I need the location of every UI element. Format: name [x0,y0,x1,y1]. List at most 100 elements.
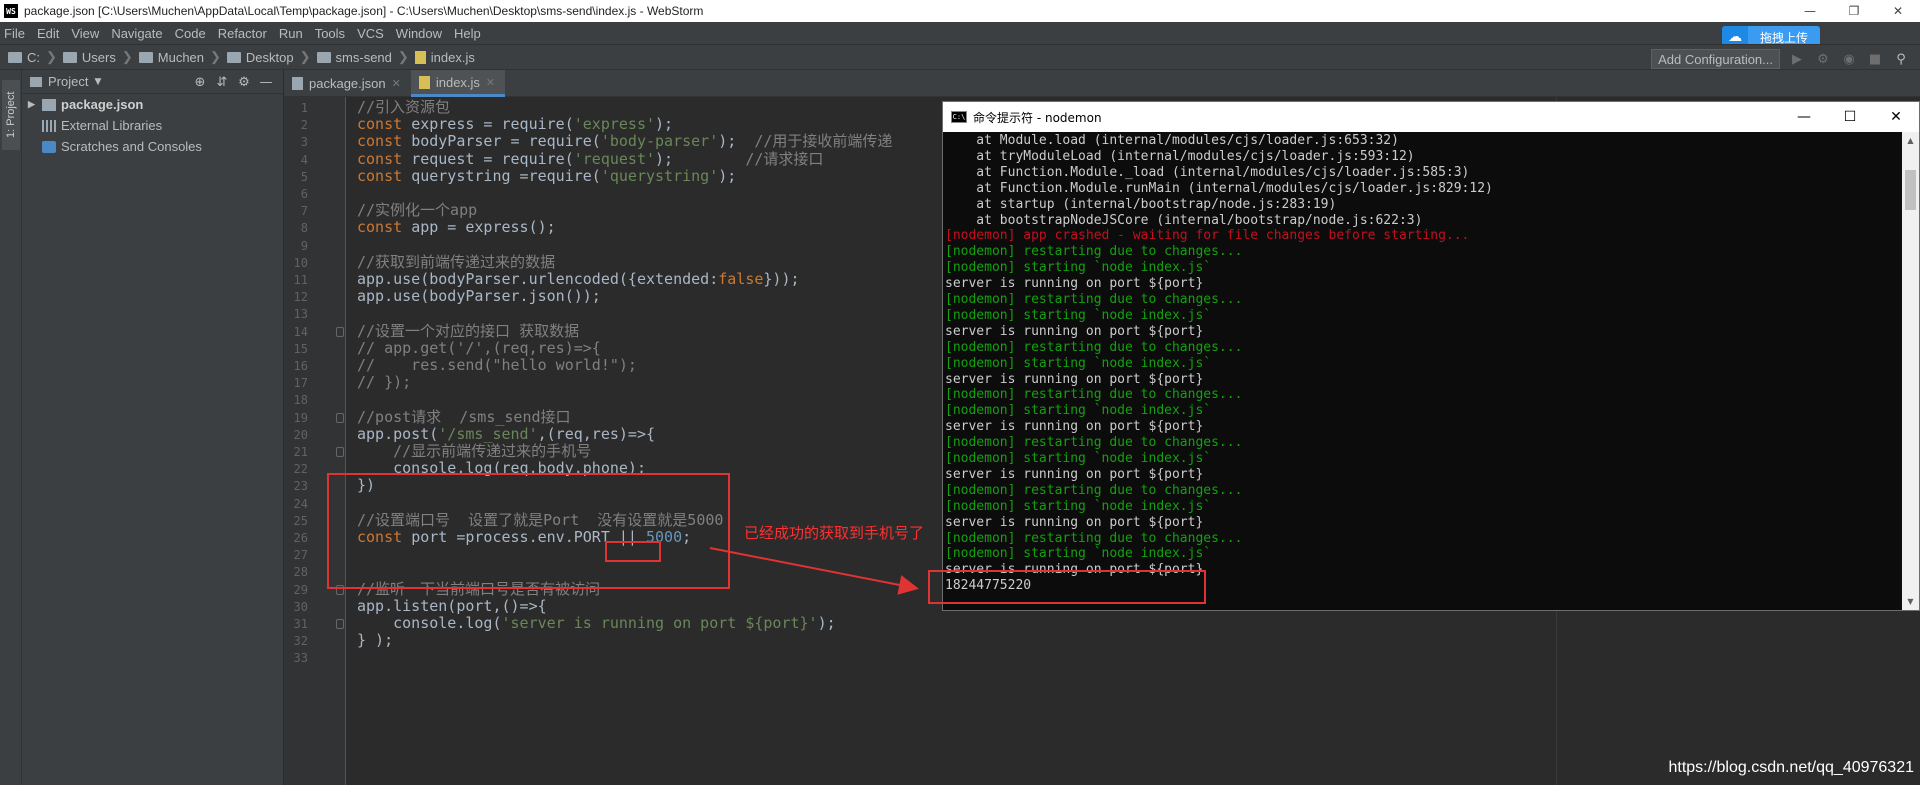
minimize-icon[interactable]: — [1788,0,1832,22]
line-number: 16 [293,359,308,373]
menu-view[interactable]: View [71,26,99,41]
tree-item-package-json[interactable]: ▶ package.json [22,94,283,115]
fold-marker-icon[interactable] [336,447,344,457]
terminal-line: [nodemon] starting `node index.js` [945,451,1212,466]
tab-index-js[interactable]: index.js ✕ [410,70,506,97]
scroll-down-icon[interactable]: ▼ [1902,593,1919,610]
terminal-line: at bootstrapNodeJSCore (internal/bootstr… [945,212,1423,228]
command-prompt-window[interactable]: C:\ 命令提示符 - nodemon — ☐ ✕ at Module.load… [942,101,1920,611]
terminal-line: [nodemon] restarting due to changes... [945,339,1243,355]
collapse-icon[interactable]: ⇵ [211,73,233,91]
terminal-line: [nodemon] restarting due to changes... [945,530,1243,546]
project-tool-tab[interactable]: 1: Project [2,80,20,150]
js-file-icon [418,75,430,89]
maximize-icon[interactable]: ☐ [1827,102,1873,132]
folder-icon [42,98,56,111]
coverage-icon[interactable]: ◉ [1838,49,1860,69]
close-icon[interactable]: ✕ [1876,0,1920,22]
menu-refactor[interactable]: Refactor [218,26,267,41]
line-number: 26 [293,531,308,545]
breadcrumb-users[interactable]: Users ❯ [62,49,133,65]
menu-help[interactable]: Help [454,26,481,41]
run-icon[interactable]: ▶ [1786,49,1808,69]
json-file-icon [292,77,303,90]
locate-icon[interactable]: ⊕ [189,73,211,91]
breadcrumb-drive[interactable]: C: ❯ [8,49,57,65]
folder-icon [62,51,77,63]
code-line[interactable]: // }); [357,372,411,392]
code-line[interactable]: app.use(bodyParser.json()); [357,286,601,306]
post-handler-highlight [327,473,730,589]
folder-icon [8,51,22,63]
line-number: 29 [293,582,308,597]
add-configuration-button[interactable]: Add Configuration... [1651,49,1780,69]
tree-item-scratches[interactable]: Scratches and Consoles [22,136,283,157]
line-number: 18 [293,393,308,408]
line-number: 21 [293,445,308,459]
debug-icon[interactable]: ⚙ [1812,49,1834,69]
phone-highlight [605,541,661,562]
tab-package-json[interactable]: package.json ✕ [284,70,411,97]
tree-item-external-libraries[interactable]: External Libraries [22,115,283,136]
terminal-line: [nodemon] restarting due to changes... [945,244,1243,260]
breadcrumb-index-js[interactable]: index.js [414,50,475,65]
terminal-scrollbar[interactable]: ▲ ▼ [1902,132,1919,610]
terminal-line: [nodemon] app crashed - waiting for file… [945,228,1470,244]
chevron-right-icon[interactable]: ▶ [28,99,42,110]
terminal-title: 命令提示符 - nodemon [973,110,1102,125]
line-gutter: 1 2 3 4 5 6 7 8 9 10 11 12 13 14 15 16 17 18 19 20 21 22 23 24 2… [284,97,346,785]
menu-edit[interactable]: Edit [37,26,59,41]
terminal-line: [nodemon] starting `node index.js` [945,355,1212,371]
stop-icon[interactable]: ■ [1864,49,1886,69]
terminal-line: at Function.Module.runMain (internal/mod… [945,180,1493,196]
menu-file[interactable]: File [4,26,25,41]
line-number: 30 [293,599,308,614]
menu-window[interactable]: Window [396,26,442,41]
menu-vcs[interactable]: VCS [357,26,384,41]
line-number: 23 [293,479,308,494]
search-icon[interactable]: ⚲ [1890,49,1912,69]
terminal-line: server is running on port ${port} [945,371,1204,387]
breadcrumb-sms-send[interactable]: sms-send ❯ [316,49,409,65]
terminal-line: at startup (internal/bootstrap/node.js:2… [945,196,1337,212]
minimize-icon[interactable]: — [1781,102,1827,132]
annotation-arrow [709,547,919,595]
line-number: 27 [293,548,308,563]
terminal-output[interactable]: at Module.load (internal/modules/cjs/loa… [943,132,1903,610]
restore-icon[interactable]: ❐ [1832,0,1876,22]
line-number: 9 [300,238,308,253]
line-number: 19 [293,410,308,425]
js-file-icon [414,50,426,64]
menu-run[interactable]: Run [279,26,303,41]
hide-icon[interactable]: — [255,73,277,91]
fold-marker-icon[interactable] [336,619,344,629]
gear-icon[interactable]: ⚙ [233,73,255,91]
chevron-down-icon[interactable]: ▼ [94,77,101,87]
terminal-line: server is running on port ${port} [945,466,1204,482]
menu-navigate[interactable]: Navigate [111,26,162,41]
breadcrumb-desktop[interactable]: Desktop ❯ [226,49,311,65]
code-line[interactable]: const querystring =require('querystring'… [357,166,736,186]
close-icon[interactable]: ✕ [392,77,401,90]
project-title[interactable]: Project [48,74,88,89]
scratches-icon [42,140,56,153]
line-number: 25 [293,513,308,528]
line-number: 2 [300,118,308,133]
line-number: 22 [293,462,308,477]
menu-tools[interactable]: Tools [315,26,345,41]
code-line[interactable]: console.log('server is running on port $… [357,613,836,633]
scroll-thumb[interactable] [1905,170,1916,210]
terminal-line: at Module.load (internal/modules/cjs/loa… [945,133,1399,148]
close-icon[interactable]: ✕ [1873,102,1919,132]
fold-marker-icon[interactable] [336,412,344,423]
code-line[interactable]: } ); [357,630,393,650]
breadcrumb-muchen[interactable]: Muchen ❯ [138,49,221,65]
code-line[interactable]: const app = express(); [357,217,556,237]
scroll-up-icon[interactable]: ▲ [1902,132,1919,149]
folder-icon [316,51,331,63]
menu-code[interactable]: Code [175,26,206,41]
close-icon[interactable]: ✕ [486,76,495,89]
watermark: https://blog.csdn.net/qq_40976321 [1668,759,1914,776]
terminal-line: server is running on port ${port} [945,276,1204,292]
fold-marker-icon[interactable] [336,326,344,337]
